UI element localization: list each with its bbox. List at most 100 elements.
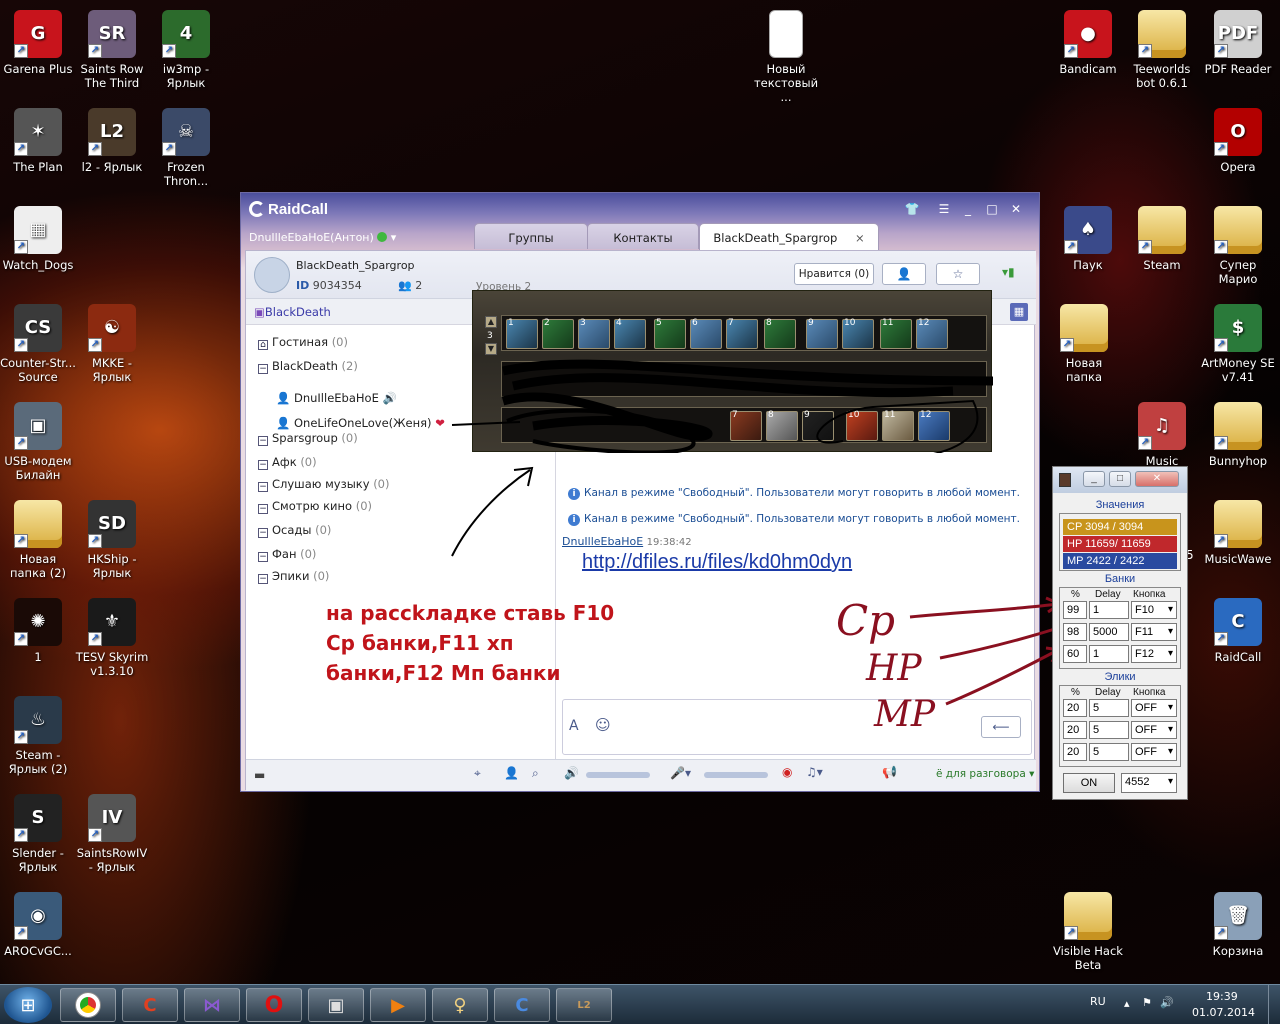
channel-item[interactable]: − Осады (0) [258,523,331,538]
megaphone-icon[interactable]: 📢 [882,765,897,779]
key-select[interactable]: F10 [1131,601,1177,619]
desktop-icon-steam[interactable]: ↗ Steam [1124,206,1200,272]
desktop-icon-frozen[interactable]: ☠ ↗ Frozen Thron... [148,108,224,188]
show-desktop-button[interactable] [1268,985,1280,1024]
room-name[interactable]: ▣BlackDeath [254,305,331,319]
mic-slider[interactable] [704,772,768,778]
desktop-icon-artmoney[interactable]: $ ↗ ArtMoney SE v7.41 [1200,304,1276,384]
desktop-icon-trash[interactable]: 🗑 ↗ Корзина [1200,892,1276,958]
desktop-icon-steam2[interactable]: ♨ ↗ Steam - Ярлык (2) [0,696,76,776]
message-author[interactable]: DnuIlleEbaHoE [562,535,643,548]
desktop-icon-watchdogs[interactable]: ▦ ↗ Watch_Dogs [0,206,76,272]
desktop-icon-saints4[interactable]: IV ↗ SaintsRowIV - Ярлык [74,794,150,874]
delay-field[interactable]: 5000 [1089,623,1129,641]
emoji-icon[interactable]: ☺ [595,716,611,734]
collapse-toggle-icon[interactable]: − [258,574,268,584]
font-icon[interactable]: A [569,718,579,734]
port-select[interactable]: 4552 [1121,773,1177,793]
menu-icon[interactable]: ☰ [935,201,953,217]
desktop-icon-hkship[interactable]: SD ↗ HKShip - Ярлык [74,500,150,580]
desktop-icon-newfolder2[interactable]: ↗ Новая папка (2) [0,500,76,580]
key-select[interactable]: OFF [1131,699,1177,717]
bot-maximize-button[interactable]: □ [1109,471,1131,487]
collapse-toggle-icon[interactable]: − [258,460,268,470]
desktop-icon-music[interactable]: ♫ ↗ Music [1124,402,1200,468]
volume-icon[interactable]: 🔊 [1160,996,1174,1009]
record-icon[interactable]: ◉ [782,765,792,779]
flag-icon[interactable]: ⚑ [1142,996,1152,1009]
delay-field[interactable]: 1 [1089,645,1129,663]
language-indicator[interactable]: RU [1090,995,1106,1008]
collapse-toggle-icon[interactable]: − [258,364,268,374]
location-icon[interactable]: ⌖ [474,766,481,781]
send-button[interactable]: ⟵ [981,716,1021,738]
desktop-icon-arocvgc[interactable]: ◉ ↗ AROCvGC... [0,892,76,958]
close-button[interactable]: ✕ [1007,201,1025,217]
collapse-toggle-icon[interactable]: − [258,504,268,514]
tab-group-chat[interactable]: BlackDeath_Spargrop × [699,223,879,250]
desktop-icon-pauk[interactable]: ♠ ↗ Паук [1050,206,1126,272]
clock-date[interactable]: 01.07.2014 [1192,1006,1255,1019]
delay-field[interactable]: 5 [1089,721,1129,739]
percent-field[interactable]: 20 [1063,721,1087,739]
desktop-icon-usbmodem[interactable]: ▣ ↗ USB-модем Билайн [0,402,76,482]
desktop-icon-saints3[interactable]: SR ↗ Saints Row The Third [74,10,150,90]
bot-close-button[interactable]: ✕ [1135,471,1179,487]
desktop-icon-plan[interactable]: ✶ ↗ The Plan [0,108,76,174]
start-button[interactable]: ⊞ [4,987,52,1023]
speaker-icon[interactable]: 🔊 [564,766,579,780]
channel-item[interactable]: − Афк (0) [258,455,317,470]
current-user[interactable]: DnuIlleEbaHoE(Антон) ▾ [249,231,396,244]
taskbar-lineage[interactable]: L2 [556,988,612,1022]
taskbar-raidcall[interactable]: C [494,988,550,1022]
percent-field[interactable]: 60 [1063,645,1087,663]
tab-groups[interactable]: Группы [474,223,588,249]
percent-field[interactable]: 99 [1063,601,1087,619]
desktop-icon-mkke[interactable]: ☯ ↗ MKKE - Ярлык [74,304,150,384]
delay-field[interactable]: 5 [1089,699,1129,717]
desktop-icon-raidcall[interactable]: C ↗ RaidCall [1200,598,1276,664]
key-select[interactable]: OFF [1131,721,1177,739]
collapse-toggle-icon[interactable]: ⌂ [258,340,268,350]
taskbar-opera[interactable]: O [246,988,302,1022]
desktop-icon-one[interactable]: ✺ ↗ 1 [0,598,76,664]
clock-time[interactable]: 19:39 [1206,990,1238,1003]
desktop-icon-supermario[interactable]: ↗ Супер Марио [1200,206,1276,286]
desktop-icon-cs[interactable]: CS ↗ Counter-Str... Source [0,304,76,384]
maximize-button[interactable]: □ [983,201,1001,217]
taskbar-media[interactable]: ▶ [370,988,426,1022]
desktop-icon-slender[interactable]: S ↗ Slender - Ярлык [0,794,76,874]
desktop-icon-teeworlds[interactable]: ↗ Teeworlds bot 0.6.1 [1124,10,1200,90]
desktop-icon-bunnyhop[interactable]: ↗ Bunnyhop [1200,402,1276,468]
search-icon[interactable]: ⌕ [532,766,539,781]
bot-minimize-button[interactable]: _ [1083,471,1105,487]
channel-item[interactable]: − Эпики (0) [258,569,329,584]
minimize-button[interactable]: _ [959,201,977,217]
desktop-icon-bandicam[interactable]: ● ↗ Bandicam [1050,10,1126,76]
mic-icon[interactable]: 🎤▾ [670,766,691,780]
delay-field[interactable]: 5 [1089,743,1129,761]
collapse-toggle-icon[interactable]: − [258,552,268,562]
calendar-icon[interactable]: ▦ [1010,303,1028,321]
channel-item[interactable]: − BlackDeath (2) [258,359,358,374]
favorite-button[interactable]: ☆ [936,263,980,285]
desktop-icon-pdf[interactable]: PDF ↗ PDF Reader [1200,10,1276,76]
desktop-icon-visiblehack[interactable]: ↗ Visible Hack Beta [1050,892,1126,972]
percent-field[interactable]: 20 [1063,743,1087,761]
member-dnuille[interactable]: 👤 DnuIlleEbaHoE 🔊 [276,391,397,405]
key-select[interactable]: OFF [1131,743,1177,761]
percent-field[interactable]: 98 [1063,623,1087,641]
desktop-icon-l2[interactable]: L2 ↗ l2 - Ярлык [74,108,150,174]
talk-mode[interactable]: ё для разговора ▾ [936,768,1034,780]
message-input[interactable]: A ☺ ⟵ [562,699,1032,755]
desktop-icon-garena[interactable]: G ↗ Garena Plus [0,10,76,76]
channel-item[interactable]: − Фан (0) [258,547,316,562]
percent-field[interactable]: 20 [1063,699,1087,717]
message-link[interactable]: http://dfiles.ru/files/kd0hm0dyn [582,551,852,574]
key-select[interactable]: F12 [1131,645,1177,663]
channel-item[interactable]: ⌂ Гостиная (0) [258,335,348,350]
on-button[interactable]: ON [1063,773,1115,793]
channel-item[interactable]: − Sparsgroup (0) [258,431,358,446]
add-member-button[interactable]: 👤 [882,263,926,285]
collapse-toggle-icon[interactable]: − [258,482,268,492]
